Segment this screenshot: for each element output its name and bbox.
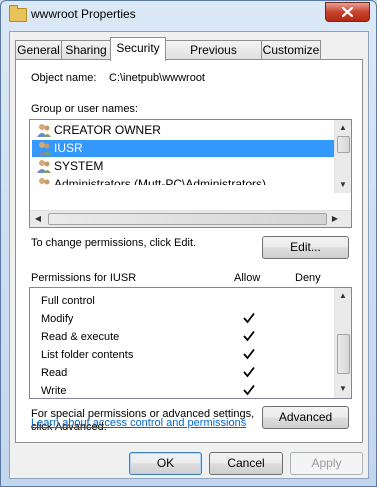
user-list-vscroll[interactable]: ▲ ▼ (334, 120, 351, 193)
properties-window: wwwroot Properties General Sharing Secur… (0, 0, 377, 487)
user-name: SYSTEM (54, 159, 104, 173)
folder-icon (9, 5, 27, 22)
dialog-body: General Sharing Security Previous Versio… (9, 31, 369, 479)
close-icon (342, 7, 353, 17)
tab-general[interactable]: General (15, 40, 62, 60)
table-row: Read & execute (41, 328, 341, 346)
table-row: List folder contents (41, 346, 341, 364)
user-group-icon (37, 124, 51, 137)
apply-button[interactable]: Apply (290, 452, 363, 475)
advanced-button[interactable]: Advanced (262, 406, 349, 429)
scroll-up-icon[interactable]: ▲ (335, 288, 351, 304)
list-item[interactable]: SYSTEM (32, 158, 337, 175)
scroll-down-icon[interactable]: ▼ (335, 381, 351, 397)
checkmark-icon (243, 312, 255, 324)
list-item[interactable]: CREATOR OWNER (32, 122, 337, 139)
deny-header: Deny (295, 272, 321, 284)
permission-name: Write (41, 385, 67, 397)
user-list[interactable]: CREATOR OWNER IUSR SYSTEM Administrators… (29, 119, 352, 228)
tab-security[interactable]: Security (110, 37, 166, 61)
checkmark-icon (243, 348, 255, 360)
tab-previous-versions[interactable]: Previous Versions (165, 40, 262, 76)
permissions-vscroll[interactable]: ▲ ▼ (334, 288, 351, 398)
table-row: Full control (41, 292, 341, 310)
user-group-icon (37, 142, 51, 155)
checkmark-icon (243, 384, 255, 396)
permission-name: Modify (41, 313, 74, 325)
tab-customize[interactable]: Customize (261, 40, 321, 60)
checkmark-icon (243, 366, 255, 378)
permission-name: Read & execute (41, 331, 120, 343)
user-name: IUSR (54, 141, 83, 155)
tab-sharing[interactable]: Sharing (61, 40, 111, 60)
permission-name: Read (41, 367, 68, 379)
change-permissions-text: To change permissions, click Edit. (31, 237, 197, 249)
group-names-label: Group or user names: (31, 103, 138, 115)
table-row: Write (41, 382, 341, 398)
scroll-thumb[interactable] (337, 334, 350, 374)
cancel-button[interactable]: Cancel (209, 452, 283, 475)
table-row: Modify (41, 310, 341, 328)
user-name: CREATOR OWNER (54, 123, 161, 137)
scroll-down-icon[interactable]: ▼ (335, 177, 351, 193)
allow-header: Allow (234, 272, 261, 284)
list-item-selected[interactable]: IUSR (32, 140, 337, 157)
scroll-up-icon[interactable]: ▲ (335, 120, 351, 136)
learn-more-link[interactable]: Learn about access control and permissio… (31, 417, 246, 429)
permission-name: List folder contents (41, 349, 134, 361)
user-group-icon (37, 160, 51, 173)
scroll-left-icon[interactable]: ◀ (30, 211, 46, 227)
scroll-right-icon[interactable]: ▶ (327, 211, 343, 227)
window-title: wwwroot Properties (31, 7, 136, 21)
scroll-thumb[interactable] (48, 213, 327, 225)
table-row: Read (41, 364, 341, 382)
object-name-label: Object name: (31, 72, 97, 84)
permission-name: Full control (41, 295, 95, 307)
security-tab-page: Object name: C:\inetpub\wwwroot Group or… (15, 59, 363, 443)
ok-button[interactable]: OK (129, 452, 202, 475)
scroll-thumb[interactable] (337, 136, 350, 153)
user-name: Administrators (Mutt-PC\Administrators) (54, 177, 267, 185)
user-group-icon (39, 178, 50, 185)
user-list-hscroll[interactable]: ◀ ▶ (30, 210, 351, 227)
object-name-value: C:\inetpub\wwwroot (109, 72, 205, 84)
permissions-list: Full control Modify Read & execute List … (29, 287, 352, 399)
close-button[interactable] (325, 2, 370, 22)
permissions-for-label: Permissions for IUSR (31, 272, 137, 284)
list-item[interactable]: Administrators (Mutt-PC\Administrators) (32, 176, 337, 185)
title-bar[interactable]: wwwroot Properties (1, 1, 376, 29)
checkmark-icon (243, 330, 255, 342)
edit-button[interactable]: Edit... (262, 236, 349, 259)
